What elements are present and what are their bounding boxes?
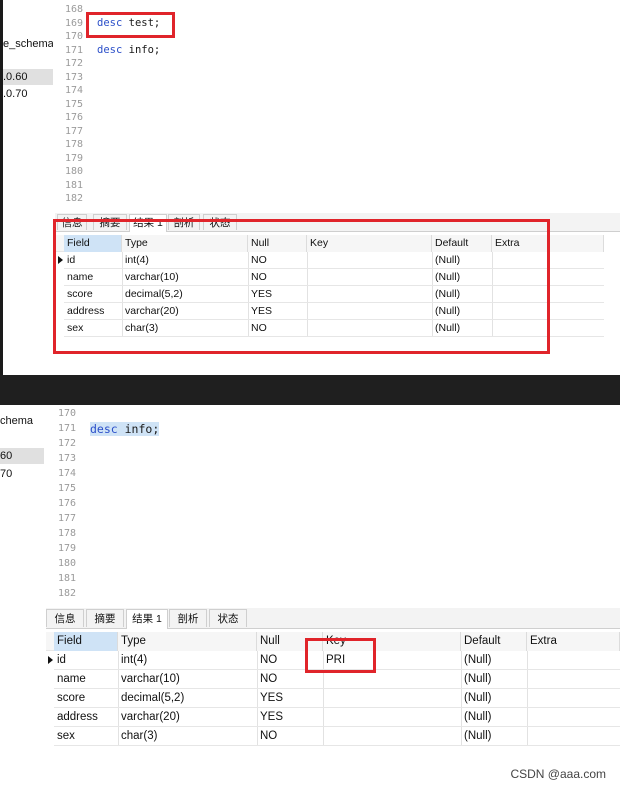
cell-type[interactable]: varchar(20) <box>118 708 180 727</box>
line-number: 171 <box>57 423 76 434</box>
cell-default[interactable]: (Null) <box>461 727 491 746</box>
cell-type[interactable]: varchar(10) <box>118 670 180 689</box>
top-panel: e_schema .0.60 .0.70 168 169 170 171 172… <box>0 0 620 375</box>
line-number: 177 <box>57 513 76 524</box>
cell-null[interactable]: NO <box>257 670 277 689</box>
tab-result-1[interactable]: 结果 1 <box>126 609 168 629</box>
line-number: 180 <box>64 166 83 177</box>
cell-key[interactable] <box>323 727 326 746</box>
sidebar-item-connection-70[interactable]: .0.70 <box>3 86 53 102</box>
bottom-result-tabs: 信息 摘要 结果 1 剖析 状态 <box>46 608 620 629</box>
cell-key[interactable] <box>323 689 326 708</box>
line-number: 169 <box>64 18 83 29</box>
top-sidebar: e_schema .0.60 .0.70 <box>3 0 53 375</box>
line-number: 171 <box>64 45 83 56</box>
line-number: 168 <box>64 4 83 15</box>
sql-identifier: info; <box>117 422 160 436</box>
bottom-sidebar: chema 60 70 <box>0 405 44 789</box>
column-header-field[interactable]: Field <box>54 632 118 651</box>
line-number: 172 <box>57 438 76 449</box>
bottom-sql-editor[interactable]: 170 171 172 173 174 175 176 177 178 179 … <box>46 405 620 603</box>
sql-keyword: desc <box>90 422 118 436</box>
line-number: 182 <box>57 588 76 599</box>
line-number: 182 <box>64 193 83 204</box>
cell-default[interactable]: (Null) <box>461 689 491 708</box>
line-number: 170 <box>64 31 83 42</box>
cell-null[interactable]: YES <box>257 708 283 727</box>
cell-type[interactable]: decimal(5,2) <box>118 689 184 708</box>
line-number: 172 <box>64 58 83 69</box>
cell-field[interactable]: name <box>54 670 86 689</box>
sidebar-item-connection-70[interactable]: 70 <box>0 466 44 482</box>
tab-profile[interactable]: 剖析 <box>169 609 207 627</box>
column-header-default[interactable]: Default <box>461 632 527 651</box>
sql-identifier: info; <box>122 44 161 56</box>
cell-extra[interactable] <box>527 708 530 727</box>
cell-extra[interactable] <box>527 651 530 670</box>
line-number: 178 <box>57 528 76 539</box>
cell-null[interactable]: NO <box>257 727 277 746</box>
cell-null[interactable]: YES <box>257 689 283 708</box>
cell-default[interactable]: (Null) <box>461 708 491 727</box>
highlight-box-query <box>86 12 175 38</box>
sidebar-item-connection-60[interactable]: 60 <box>0 448 44 464</box>
cell-field[interactable]: score <box>54 689 85 708</box>
line-number: 170 <box>57 408 76 419</box>
current-row-marker-icon <box>48 656 53 664</box>
screenshot-separator <box>0 375 620 405</box>
line-number: 181 <box>64 180 83 191</box>
cell-null[interactable]: NO <box>257 651 277 670</box>
code-line-171[interactable]: desc info; <box>97 44 160 56</box>
column-header-type[interactable]: Type <box>118 632 257 651</box>
line-number: 176 <box>57 498 76 509</box>
sidebar-item-schema[interactable]: chema <box>0 413 44 429</box>
bottom-panel: chema 60 70 170 171 172 173 174 175 176 … <box>0 405 620 789</box>
cell-extra[interactable] <box>527 670 530 689</box>
sql-keyword: desc <box>97 44 123 56</box>
line-number: 177 <box>64 126 83 137</box>
cell-key[interactable] <box>323 708 326 727</box>
line-number: 176 <box>64 112 83 123</box>
sidebar-item-connection-60[interactable]: .0.60 <box>3 69 53 85</box>
line-number: 174 <box>64 85 83 96</box>
line-number: 173 <box>64 72 83 83</box>
tab-status[interactable]: 状态 <box>209 609 247 627</box>
line-number: 178 <box>64 139 83 150</box>
highlight-box-results <box>53 219 550 354</box>
cell-field[interactable]: sex <box>54 727 75 746</box>
line-number: 179 <box>64 153 83 164</box>
line-number: 181 <box>57 573 76 584</box>
tab-info[interactable]: 信息 <box>46 609 84 627</box>
code-line-171-selected[interactable]: desc info; <box>90 422 160 436</box>
cell-type[interactable]: int(4) <box>118 651 147 670</box>
line-number: 175 <box>64 99 83 110</box>
line-number: 175 <box>57 483 76 494</box>
watermark: CSDN @aaa.com <box>510 767 606 781</box>
tab-summary[interactable]: 摘要 <box>86 609 124 627</box>
cell-field[interactable]: address <box>54 708 98 727</box>
cell-default[interactable]: (Null) <box>461 651 491 670</box>
cell-extra[interactable] <box>527 727 530 746</box>
cell-extra[interactable] <box>527 689 530 708</box>
line-number: 173 <box>57 453 76 464</box>
cell-type[interactable]: char(3) <box>118 727 157 746</box>
column-header-extra[interactable]: Extra <box>527 632 620 651</box>
cell-field[interactable]: id <box>54 651 66 670</box>
cell-default[interactable]: (Null) <box>461 670 491 689</box>
highlight-box-key-pri <box>305 638 376 673</box>
line-number: 180 <box>57 558 76 569</box>
line-number: 179 <box>57 543 76 554</box>
sidebar-item-schema[interactable]: e_schema <box>3 36 53 52</box>
line-number: 174 <box>57 468 76 479</box>
